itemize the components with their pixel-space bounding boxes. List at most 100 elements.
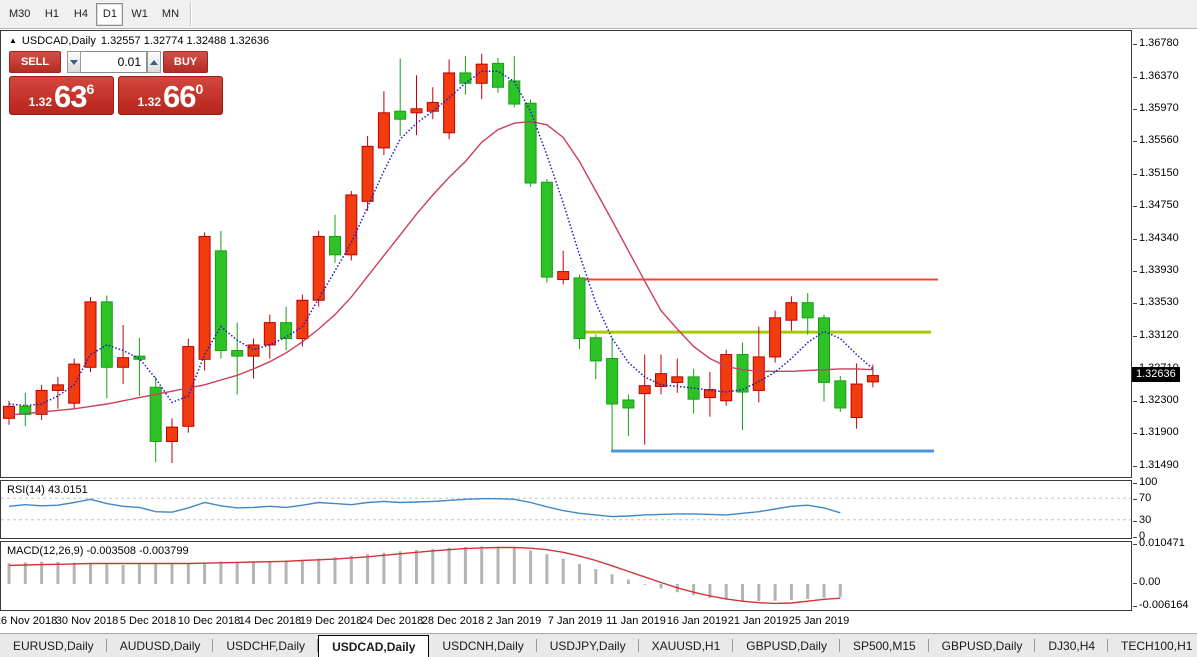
price-tick-label: 1.31900 [1133, 426, 1179, 439]
date-label: 24 Dec 2018 [360, 615, 424, 627]
macd-histogram-bar [431, 548, 435, 585]
price-tick-label: 1.33120 [1133, 328, 1179, 341]
candle-body [818, 317, 830, 383]
price-axis[interactable]: 1.36780 1.36370 1.35970 1.35560 1.35150 1.347… [1132, 30, 1197, 633]
candle-body [426, 101, 439, 112]
chevron-up-icon [150, 59, 158, 65]
timeframe-button-d1[interactable]: D1 [96, 2, 124, 26]
macd-indicator-panel[interactable]: MACD(12,26,9) -0.003508 -0.003799 [0, 541, 1132, 611]
price-tick-label: 1.33930 [1133, 264, 1179, 277]
chart-title: ▲ USDCAD,Daily 1.32557 1.32774 1.32488 1… [9, 35, 269, 47]
candle-body [687, 376, 700, 400]
price-chart-panel[interactable]: ▲ USDCAD,Daily 1.32557 1.32774 1.32488 1… [0, 30, 1132, 478]
chart-tab-usdcnh-daily[interactable]: USDCNH,Daily [429, 634, 538, 657]
macd-histogram-bar [252, 561, 255, 585]
date-label: 28 Dec 2018 [421, 615, 485, 627]
chart-tab-gbpusd-daily[interactable]: GBPUSD,Daily [929, 634, 1036, 657]
rsi-indicator-panel[interactable]: RSI(14) 43.0151 [0, 480, 1132, 539]
candle-body [573, 277, 586, 340]
macd-tick-label: 0.010471 [1133, 537, 1185, 549]
macd-histogram-bar [56, 562, 60, 585]
chart-tab-audusd-daily[interactable]: AUDUSD,Daily [107, 634, 214, 657]
macd-histogram-bar [789, 584, 793, 601]
chart-tab-gbpusd-daily[interactable]: GBPUSD,Daily [733, 634, 840, 657]
macd-histogram-bar [137, 564, 141, 585]
macd-histogram-bar [610, 574, 614, 585]
timeframe-button-mn[interactable]: MN [155, 2, 186, 26]
rsi-line-chart [1, 497, 1131, 521]
price-tick-label: 1.32300 [1133, 394, 1179, 407]
chart-tab-dj30-h4[interactable]: DJ30,H4 [1035, 634, 1108, 657]
macd-histogram-bar [235, 562, 239, 585]
candle-body [557, 271, 570, 281]
candle-body [866, 375, 879, 383]
candle-body [459, 72, 472, 84]
buy-price-button[interactable]: 1.32 66 0 [118, 76, 223, 115]
price-tick-label: 1.35970 [1133, 101, 1179, 114]
chart-tab-eurusd-daily[interactable]: EURUSD,Daily [0, 634, 107, 657]
date-axis[interactable]: 26 Nov 2018 30 Nov 2018 5 Dec 2018 10 Dec 2… [0, 612, 1132, 633]
macd-tick-label: -0.006164 [1133, 599, 1189, 611]
candle-body [280, 322, 293, 340]
macd-histogram-bar [643, 584, 647, 585]
chart-ohlc-values: 1.32557 1.32774 1.32488 1.32636 [100, 35, 270, 47]
current-price-badge: 1.32636 [1132, 366, 1180, 382]
buy-price-big: 66 [163, 79, 196, 114]
chart-tab-usdjpy-daily[interactable]: USDJPY,Daily [537, 634, 639, 657]
macd-histogram-bar [382, 552, 386, 585]
price-tick-label: 1.35560 [1133, 134, 1179, 147]
candle-body [117, 357, 130, 368]
date-label: 26 Nov 2018 [0, 615, 58, 627]
chart-tab-xauusd-h1[interactable]: XAUUSD,H1 [639, 634, 734, 657]
candle-body [263, 322, 276, 346]
candle-body [524, 102, 537, 184]
price-tick-label: 1.35150 [1133, 167, 1179, 180]
macd-histogram-bar [366, 554, 370, 585]
volume-input[interactable] [81, 51, 147, 73]
collapse-triangle-icon[interactable]: ▲ [9, 36, 17, 45]
macd-histogram-bar [578, 563, 581, 585]
candle-body [622, 399, 635, 409]
date-label: 30 Nov 2018 [55, 615, 119, 627]
chart-tab-usdcad-daily[interactable]: USDCAD,Daily [318, 635, 430, 657]
candle-body [35, 389, 48, 415]
candle-body [84, 301, 97, 368]
chart-tab-usdchf-daily[interactable]: USDCHF,Daily [213, 634, 318, 657]
macd-histogram-bar [512, 547, 516, 585]
chart-tab-sp500-m15[interactable]: SP500,M15 [840, 634, 929, 657]
buy-button[interactable]: BUY [163, 51, 208, 73]
sell-button[interactable]: SELL [9, 51, 61, 73]
macd-histogram-bar [203, 562, 207, 585]
macd-tick-label: 0.00 [1132, 576, 1161, 589]
candle-body [166, 426, 178, 442]
candle-body [68, 363, 81, 404]
rsi-line [8, 498, 841, 518]
timeframe-button-h1[interactable]: H1 [38, 2, 66, 26]
macd-histogram-bar [415, 550, 418, 585]
candle-body [361, 145, 374, 202]
volume-increase-button[interactable] [147, 51, 161, 73]
candle-body [100, 301, 113, 368]
macd-histogram-bar [284, 560, 288, 585]
candle-body [296, 299, 309, 340]
sell-price-pip: 6 [86, 81, 95, 97]
candle-body [769, 317, 782, 358]
rsi-tick-label: 100 [1132, 476, 1158, 488]
macd-histogram-bar [529, 550, 533, 585]
date-label: 14 Dec 2018 [238, 615, 302, 627]
date-label: 19 Dec 2018 [299, 615, 363, 627]
sell-price-button[interactable]: 1.32 63 6 [9, 76, 114, 115]
timeframe-button-h4[interactable]: H4 [67, 2, 95, 26]
volume-decrease-button[interactable] [67, 51, 81, 73]
macd-histogram-bar [773, 584, 777, 601]
macd-histogram-bar [692, 584, 696, 596]
chart-tab-tech100-h1[interactable]: TECH100,H1 [1108, 634, 1197, 657]
date-label: 16 Jan 2019 [666, 615, 728, 627]
macd-histogram-bar [822, 584, 826, 598]
macd-histogram-bar [545, 554, 549, 585]
timeframe-button-m30[interactable]: M30 [3, 2, 37, 26]
candle-body [655, 373, 667, 387]
candle-body [801, 302, 814, 319]
trading-terminal: M30 H1 H4 D1 W1 MN ▲ USDCAD,Daily 1.32557 1.3… [0, 0, 1197, 657]
timeframe-button-w1[interactable]: W1 [125, 2, 154, 26]
